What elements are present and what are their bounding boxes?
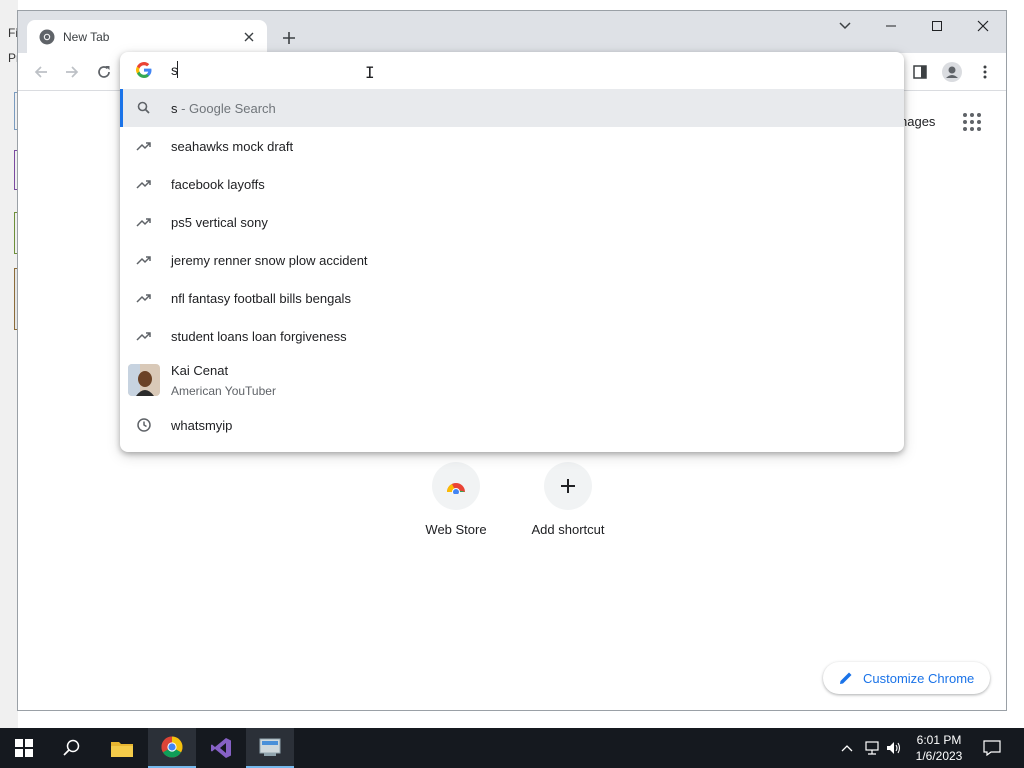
suggestion-text: nfl fantasy football bills bengals: [171, 290, 351, 306]
customize-chrome-label: Customize Chrome: [863, 670, 975, 686]
trending-icon: [136, 252, 152, 268]
windows-icon: [15, 739, 33, 757]
start-button[interactable]: [0, 728, 48, 768]
search-icon: [136, 100, 152, 116]
taskbar: 6:01 PM 1/6/2023: [0, 728, 1024, 768]
tab-new-tab[interactable]: New Tab: [27, 20, 267, 53]
taskbar-clock[interactable]: 6:01 PM 1/6/2023: [908, 732, 970, 764]
visual-studio-button[interactable]: [197, 728, 245, 768]
trending-icon: [136, 328, 152, 344]
google-apps-icon[interactable]: [962, 112, 982, 132]
title-bar: New Tab: [18, 11, 1006, 53]
trending-icon: [136, 290, 152, 306]
chrome-icon: [39, 29, 55, 45]
suggestion-text: whatsmyip: [171, 417, 233, 433]
close-tab-icon[interactable]: [241, 29, 257, 45]
visual-studio-icon: [211, 738, 231, 758]
app-taskbar-button[interactable]: [246, 728, 294, 768]
chevron-up-icon[interactable]: [838, 728, 856, 768]
web-store-icon: [432, 462, 480, 510]
tab-search-icon[interactable]: [822, 11, 868, 41]
trending-icon: [136, 214, 152, 230]
plus-icon: [544, 462, 592, 510]
entity-title: Kai Cenat: [171, 363, 229, 378]
notification-icon[interactable]: [978, 728, 1006, 768]
suggestion-text: jeremy renner snow plow accident: [171, 252, 368, 268]
suggestion-trending[interactable]: seahawks mock draft: [120, 127, 904, 165]
clock-date: 1/6/2023: [915, 749, 963, 763]
profile-avatar-icon[interactable]: [940, 60, 964, 84]
shortcut-label: Add shortcut: [531, 522, 605, 537]
suggestion-trending[interactable]: nfl fantasy football bills bengals: [120, 279, 904, 317]
volume-icon[interactable]: [884, 728, 904, 768]
suggestion-trending[interactable]: student loans loan forgiveness: [120, 317, 904, 355]
suggestion-text: seahawks mock draft: [171, 138, 294, 154]
i-beam-cursor: I: [365, 63, 375, 82]
app-icon: [259, 738, 281, 756]
close-window-button[interactable]: [960, 11, 1006, 41]
suggestion-trending[interactable]: facebook layoffs: [120, 165, 904, 203]
trending-icon: [136, 138, 152, 154]
images-link[interactable]: nages: [900, 114, 935, 129]
forward-button[interactable]: [60, 60, 84, 84]
customize-chrome-button[interactable]: Customize Chrome: [823, 662, 990, 694]
suggestion-text: student loans loan forgiveness: [171, 328, 347, 344]
shortcut-web-store[interactable]: Web Store: [406, 462, 506, 537]
text-caret: [177, 61, 178, 78]
chrome-icon: [161, 736, 183, 758]
suggestion-text: ps5 vertical sony: [171, 214, 268, 230]
folder-icon: [111, 742, 133, 757]
suggestion-google-search[interactable]: s - Google Search: [120, 89, 904, 127]
clock-time: 6:01 PM: [916, 733, 962, 747]
back-button[interactable]: [29, 60, 53, 84]
reload-button[interactable]: [92, 60, 116, 84]
maximize-button[interactable]: [914, 11, 960, 41]
file-explorer-button[interactable]: [98, 728, 146, 768]
suggestion-trending[interactable]: jeremy renner snow plow accident: [120, 241, 904, 279]
entity-subtitle: American YouTuber: [171, 384, 276, 398]
menu-dots-icon[interactable]: [973, 60, 997, 84]
chrome-taskbar-button[interactable]: [148, 728, 196, 768]
tab-title: New Tab: [63, 29, 110, 44]
new-tab-button[interactable]: [276, 25, 302, 51]
side-panel-icon[interactable]: [908, 60, 932, 84]
suggestion-suffix: - Google Search: [177, 100, 276, 116]
suggestion-trending[interactable]: ps5 vertical sony: [120, 203, 904, 241]
omnibox-dropdown: s I s - Google Search seahawks mock draf…: [120, 52, 904, 452]
search-taskbar-button[interactable]: [48, 728, 96, 768]
pencil-icon: [839, 671, 853, 685]
network-icon[interactable]: [862, 728, 882, 768]
shortcut-label: Web Store: [425, 522, 487, 537]
suggestion-history[interactable]: whatsmyip: [120, 406, 904, 444]
trending-icon: [136, 176, 152, 192]
suggestion-text: facebook layoffs: [171, 176, 265, 192]
suggestion-text: s - Google Search: [171, 101, 276, 116]
search-icon: [63, 739, 80, 756]
shortcut-add[interactable]: Add shortcut: [518, 462, 618, 537]
minimize-button[interactable]: [868, 11, 914, 41]
google-g-icon: [136, 62, 152, 78]
history-icon: [136, 417, 152, 433]
